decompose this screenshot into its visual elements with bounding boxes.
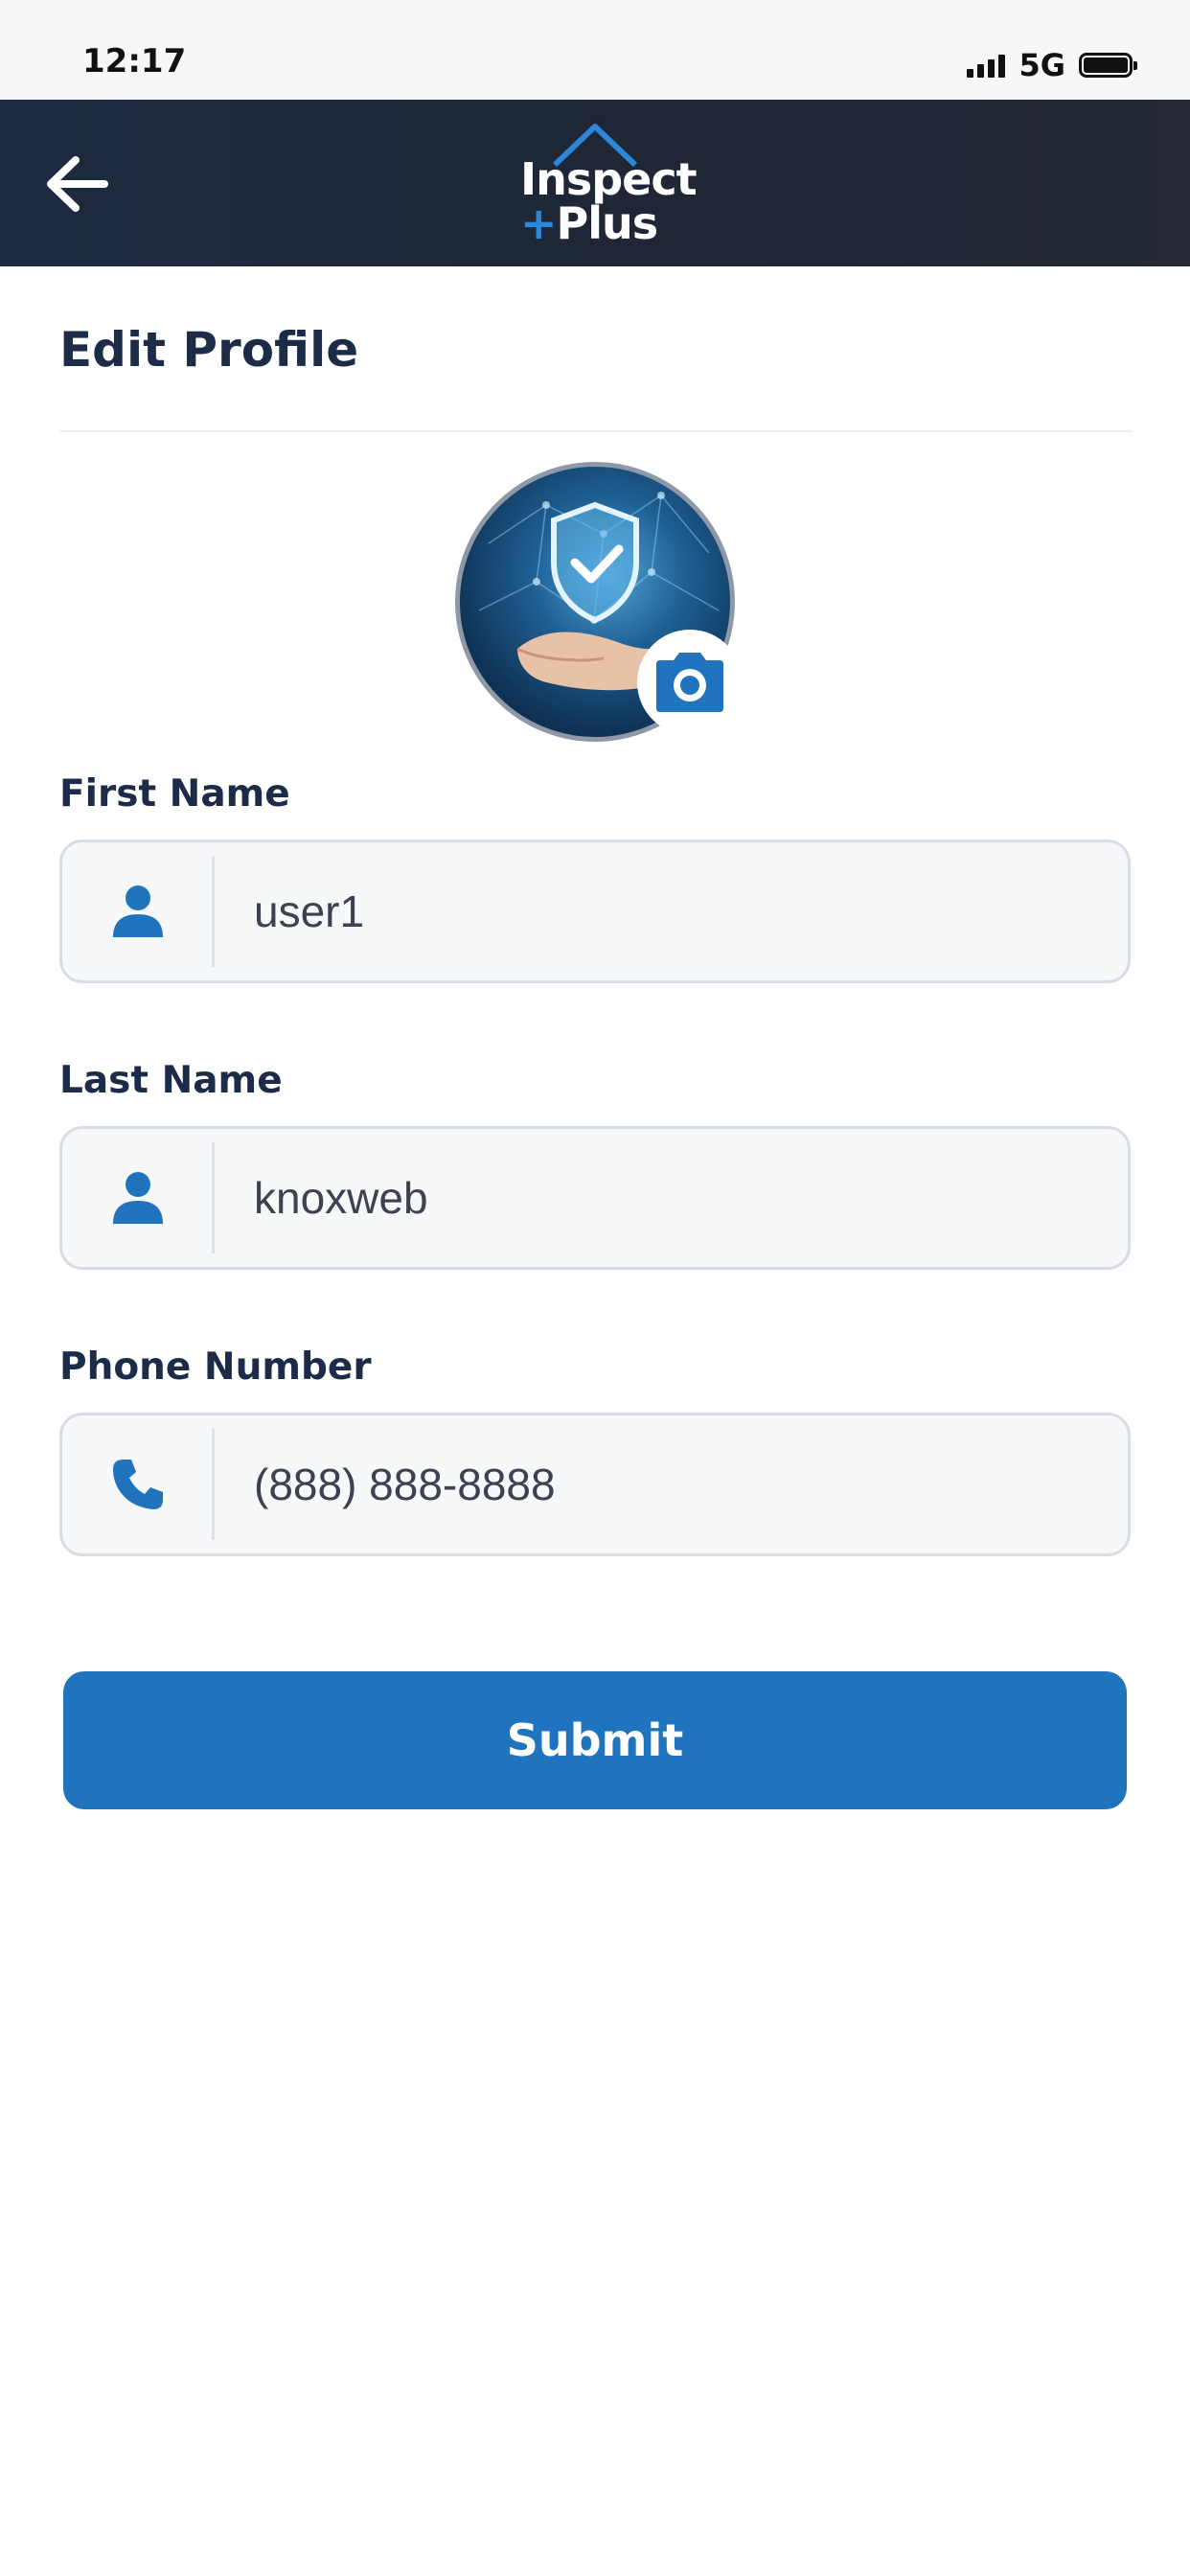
status-time: 12:17	[82, 42, 187, 80]
phone-number-label: Phone Number	[59, 1346, 372, 1389]
page-title: Edit Profile	[59, 322, 359, 378]
logo-plus-sign: +	[520, 197, 558, 249]
field-separator	[212, 1142, 215, 1254]
submit-button[interactable]: Submit	[63, 1671, 1127, 1809]
last-name-input[interactable]	[254, 1129, 1097, 1267]
status-indicators: 5G	[967, 46, 1137, 84]
edit-profile-screen: 12:17 5G Inspect +Plus Edit Profile Firs…	[0, 0, 1190, 2576]
person-icon	[113, 1172, 163, 1224]
phone-icon-box	[62, 1415, 214, 1553]
first-name-label: First Name	[59, 772, 290, 816]
status-bar: 12:17 5G	[0, 0, 1190, 100]
last-name-icon-box	[62, 1129, 214, 1267]
logo-text-plus: +Plus	[520, 197, 659, 249]
phone-number-input[interactable]	[254, 1415, 1097, 1553]
first-name-field	[59, 840, 1131, 983]
logo-plus-word: Plus	[556, 197, 659, 249]
app-logo: Inspect +Plus	[499, 121, 698, 249]
phone-icon	[113, 1460, 163, 1509]
phone-number-field	[59, 1413, 1131, 1556]
back-button[interactable]	[38, 146, 115, 222]
field-separator	[212, 856, 215, 967]
battery-icon	[1079, 53, 1137, 78]
avatar-container	[455, 462, 743, 742]
camera-icon	[656, 653, 723, 712]
arrow-left-icon	[47, 156, 108, 212]
network-label: 5G	[1018, 47, 1065, 83]
change-photo-button[interactable]	[637, 630, 743, 735]
first-name-input[interactable]	[254, 842, 1097, 980]
first-name-icon-box	[62, 842, 214, 980]
signal-icon	[967, 53, 1006, 78]
last-name-label: Last Name	[59, 1059, 283, 1102]
field-separator	[212, 1429, 215, 1540]
last-name-field	[59, 1126, 1131, 1270]
person-icon	[113, 886, 163, 937]
title-divider	[59, 430, 1133, 432]
app-header: Inspect +Plus	[0, 100, 1190, 266]
